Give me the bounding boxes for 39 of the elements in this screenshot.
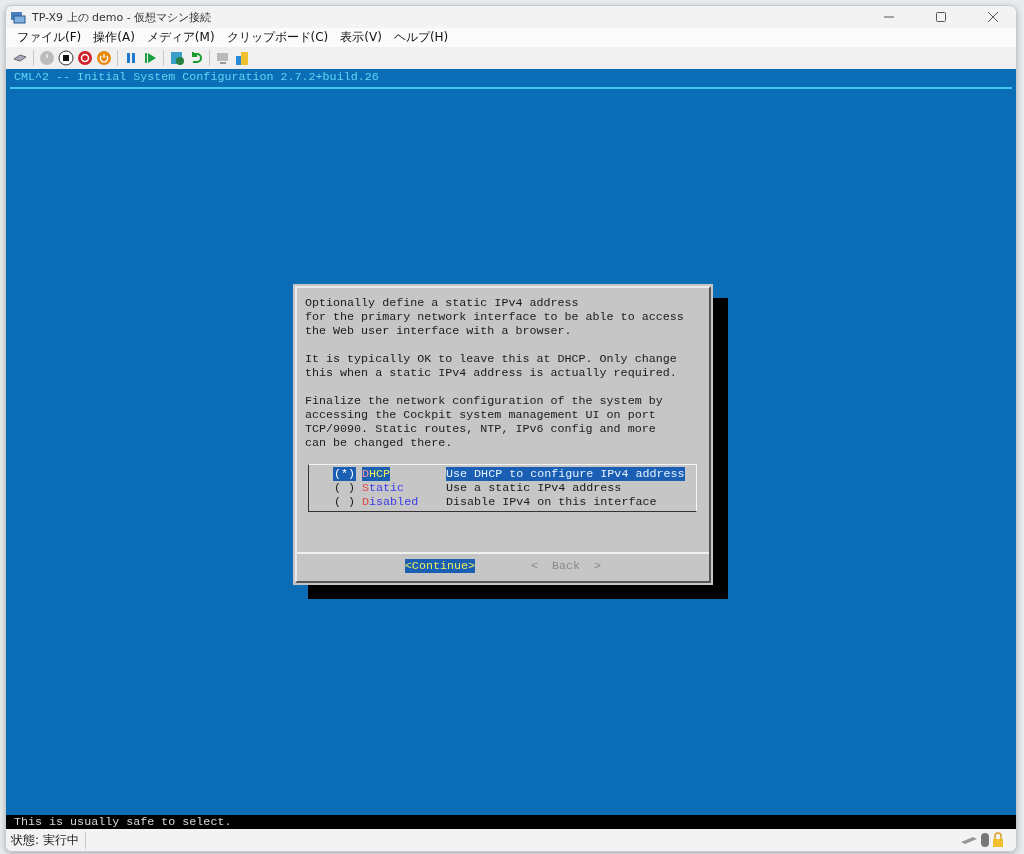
vm-monitor-icon [10, 10, 26, 24]
option-label[interactable]: DHCP [362, 466, 391, 481]
play-icon[interactable] [142, 50, 158, 66]
monitor-icon[interactable] [215, 50, 231, 66]
dialog-text: It is typically OK to leave this at DHCP. Only change [305, 351, 678, 366]
dialog-text: accessing the Cockpit system management UI on port [305, 407, 657, 422]
dialog-text: the Web user interface with a browser. [305, 323, 573, 338]
lock-icon [992, 832, 1004, 848]
radio-marker[interactable]: ( ) [333, 480, 357, 495]
menu-item[interactable]: 表示(V) [335, 29, 387, 46]
keyboard-icon [960, 835, 978, 845]
radio-marker[interactable]: (*) [333, 466, 357, 481]
power-off-icon[interactable] [77, 50, 93, 66]
status-text: 状態: 実行中 [11, 831, 86, 849]
stop-icon[interactable] [58, 50, 74, 66]
maximize-icon [936, 12, 946, 22]
option-description: Disable IPv4 on this interface [446, 494, 657, 509]
option-label[interactable]: Disabled [362, 494, 419, 509]
dialog-text: can be changed there. [305, 435, 454, 450]
menu-item[interactable]: クリップボード(C) [221, 29, 334, 46]
option-description: Use a static IPv4 address [446, 480, 622, 495]
window-title: TP-X9 上の demo - 仮想マシン接続 [32, 9, 212, 25]
dialog-text: TCP/9090. Static routes, NTP, IPv6 config and more [305, 421, 657, 436]
radio-marker[interactable]: ( ) [333, 494, 357, 509]
menu-item[interactable]: ヘルプ(H) [388, 29, 454, 46]
dialog-text: for the primary network interface to be able to access [305, 309, 685, 324]
option-description: Use DHCP to configure IPv4 address [446, 466, 685, 481]
terminal-header: CML^2 -- Initial System Configuration 2.7.2+build.26 [13, 69, 380, 84]
menu-item[interactable]: 操作(A) [88, 29, 140, 46]
close-icon [988, 12, 998, 22]
dialog-text: Finalize the network configuration of the system by [305, 393, 664, 408]
dialog-text: this when a static IPv4 address is actually required. [305, 365, 678, 380]
dialog-text: Optionally define a static IPv4 address [305, 295, 580, 310]
dialog-button[interactable]: <Continue> [404, 558, 475, 573]
menu-item[interactable]: ファイル(F) [12, 29, 87, 46]
menu-item[interactable]: メディア(M) [141, 29, 220, 46]
power-icon[interactable] [96, 50, 112, 66]
mouse-icon [980, 832, 990, 848]
option-label[interactable]: Static [362, 480, 405, 495]
